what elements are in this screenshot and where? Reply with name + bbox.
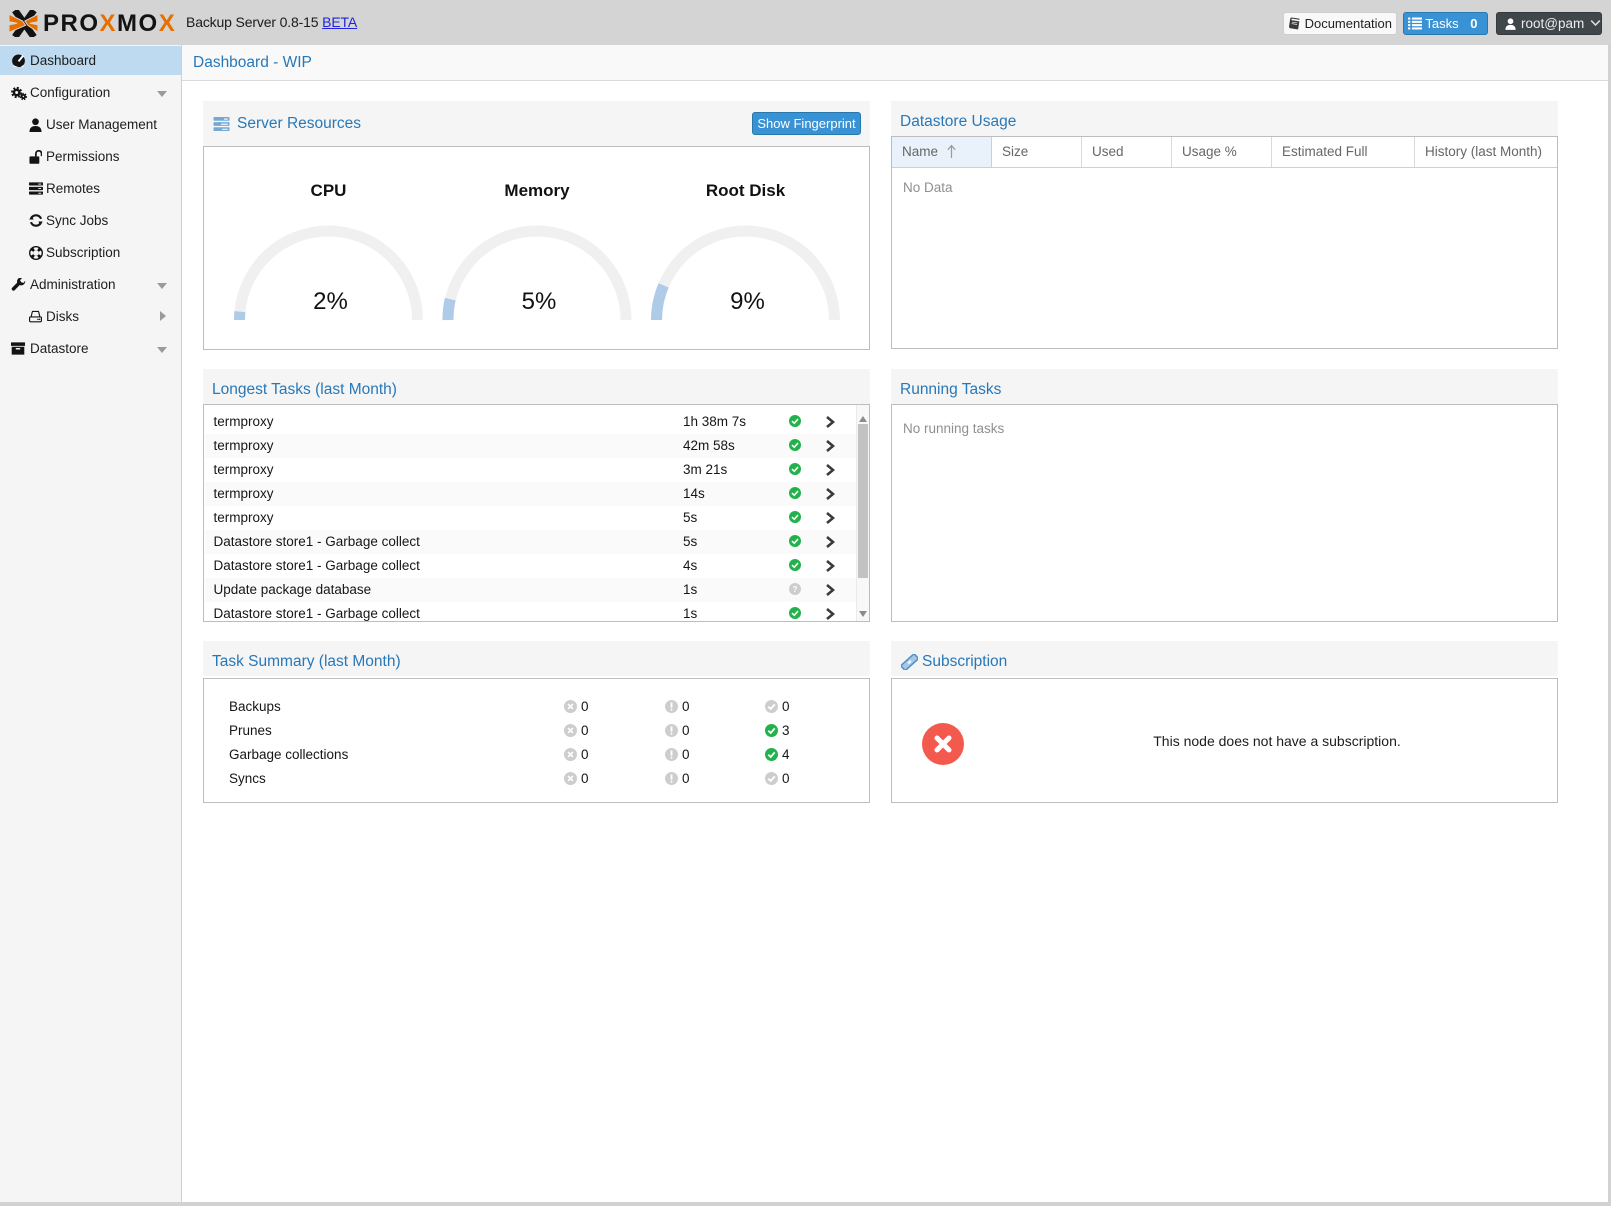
svg-text:?: ? [792,585,797,594]
